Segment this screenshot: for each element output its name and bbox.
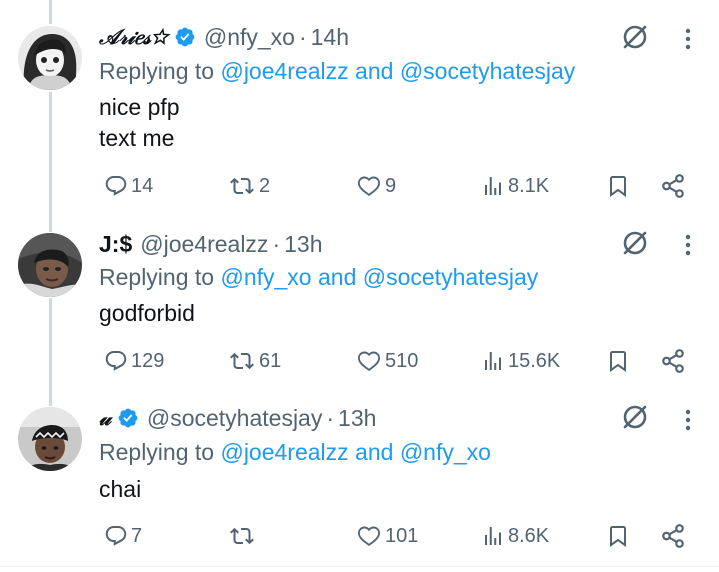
- like-icon: [357, 526, 381, 546]
- reply-count: 7: [131, 524, 143, 547]
- action-bar: 7 101 8.6K: [0, 521, 719, 551]
- timestamp[interactable]: 13h: [338, 405, 376, 432]
- repost-icon: [230, 527, 254, 545]
- repost-button[interactable]: [228, 521, 259, 551]
- like-button[interactable]: 101: [356, 521, 418, 551]
- reply-icon: [105, 526, 127, 546]
- tweet-text: chai: [99, 476, 142, 502]
- replying-to-label: Replying to: [99, 439, 215, 465]
- tweet[interactable]: 𝓊 @socetyhatesjay · 13h Replying to @joe…: [0, 0, 719, 566]
- avatar[interactable]: [18, 407, 82, 471]
- views-icon: [485, 527, 501, 545]
- grok-icon[interactable]: [621, 403, 649, 431]
- avatar-image: [18, 407, 82, 471]
- mention-link[interactable]: @joe4realzz: [220, 439, 348, 465]
- views-button[interactable]: 8.6K: [481, 521, 549, 551]
- replying-and: and: [355, 439, 394, 465]
- more-icon[interactable]: [684, 408, 692, 432]
- verified-badge-icon: [117, 407, 139, 429]
- views-count: 8.6K: [508, 524, 550, 547]
- display-name[interactable]: 𝓊: [99, 406, 111, 431]
- separator-dot: ·: [326, 404, 335, 431]
- mention-link[interactable]: @nfy_xo: [400, 439, 491, 465]
- reply-button[interactable]: 7: [104, 521, 142, 551]
- divider: [0, 566, 719, 567]
- share-icon: [662, 524, 684, 548]
- bookmark-button[interactable]: [606, 521, 630, 551]
- share-button[interactable]: [660, 521, 686, 551]
- tweet-header: 𝓊 @socetyhatesjay · 13h: [99, 403, 376, 433]
- handle[interactable]: @socetyhatesjay: [147, 405, 323, 432]
- like-count: 101: [385, 524, 419, 547]
- replying-to: Replying to @joe4realzz and @nfy_xo: [99, 439, 491, 466]
- bookmark-icon: [610, 526, 626, 547]
